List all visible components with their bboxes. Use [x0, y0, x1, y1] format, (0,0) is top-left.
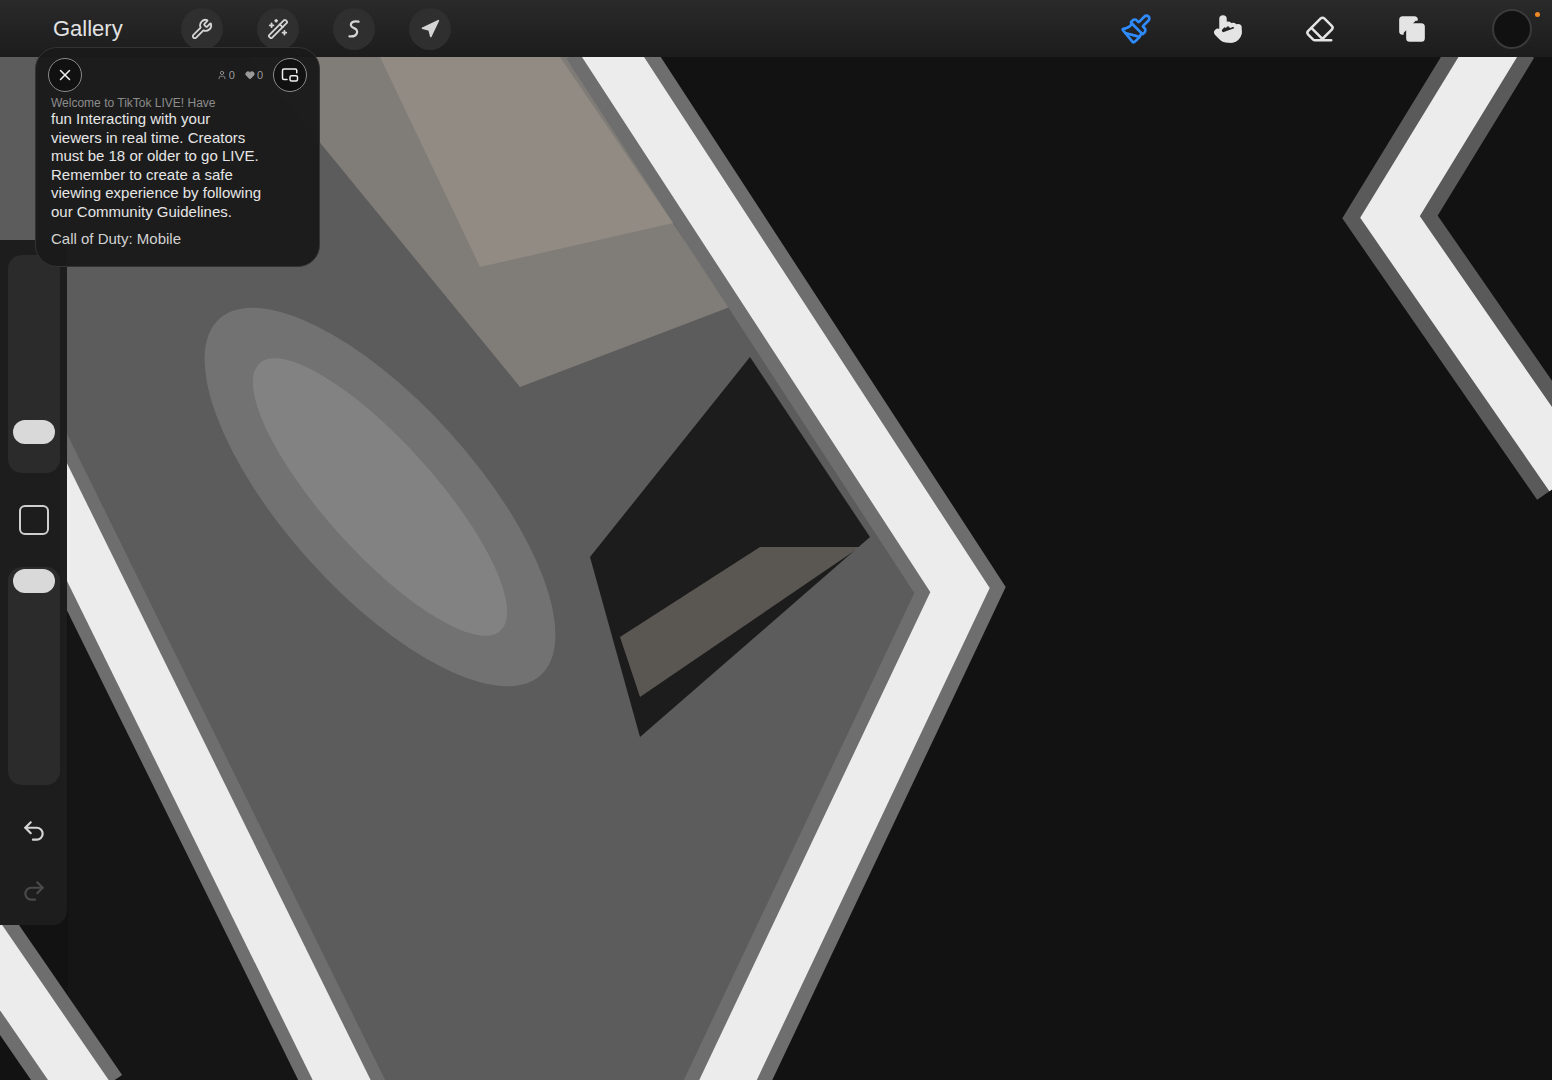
recording-dot [1535, 12, 1540, 17]
gallery-button[interactable]: Gallery [53, 16, 123, 42]
actions-button[interactable] [181, 8, 223, 50]
overlay-header: 00 [48, 58, 307, 92]
close-icon [56, 66, 74, 84]
transform-button[interactable] [409, 8, 451, 50]
undo-button[interactable] [19, 817, 49, 845]
viewer-count: 0 [217, 69, 235, 81]
redo-button[interactable] [19, 877, 49, 905]
redo-icon [21, 878, 47, 904]
overlay-text-line: our Community Guidelines. [51, 203, 307, 222]
magic-wand-icon [267, 18, 289, 40]
selection-button[interactable] [333, 8, 375, 50]
sidebar [0, 240, 67, 925]
overlay-stats: 00 [217, 58, 307, 92]
layers-icon [1398, 15, 1426, 43]
overlay-text-line: Remember to create a safe [51, 166, 307, 185]
arrow-icon [420, 19, 440, 39]
undo-icon [21, 818, 47, 844]
overlay-text-line: Welcome to TikTok LIVE! Have [51, 96, 307, 110]
close-button[interactable] [48, 58, 82, 92]
overlay-text-line: viewers in real time. Creators [51, 129, 307, 148]
slider-thumb[interactable] [13, 569, 55, 593]
wrench-icon [191, 18, 213, 40]
viewer-icon [217, 70, 227, 80]
adjustments-icon [343, 18, 365, 40]
modify-button[interactable] [19, 505, 49, 535]
brush-size-slider[interactable] [8, 255, 60, 473]
like-count: 0 [245, 69, 263, 81]
pip-button[interactable] [273, 58, 307, 92]
overlay-text-line: viewing experience by following [51, 184, 307, 203]
procreate-screen: Gallery 00 Welcome to TikTok LIVE! Havefun… [0, 0, 1552, 1080]
opacity-slider[interactable] [8, 567, 60, 785]
brush-button[interactable] [1114, 7, 1158, 51]
eraser-icon [1305, 14, 1335, 44]
smudge-button[interactable] [1206, 7, 1250, 51]
smudge-icon [1213, 14, 1243, 44]
pip-icon [281, 66, 299, 84]
overlay-text-line: fun Interacting with your [51, 110, 307, 129]
adjustments-button[interactable] [257, 8, 299, 50]
layers-button[interactable] [1390, 7, 1434, 51]
heart-icon [245, 70, 255, 80]
overlay-text-line: must be 18 or older to go LIVE. [51, 147, 307, 166]
game-label: Call of Duty: Mobile [51, 230, 307, 248]
slider-thumb[interactable] [13, 420, 55, 444]
live-overlay: 00 Welcome to TikTok LIVE! Havefun Intera… [35, 47, 320, 267]
color-swatch[interactable] [1492, 9, 1532, 49]
brush-icon [1120, 13, 1152, 45]
eraser-button[interactable] [1298, 7, 1342, 51]
